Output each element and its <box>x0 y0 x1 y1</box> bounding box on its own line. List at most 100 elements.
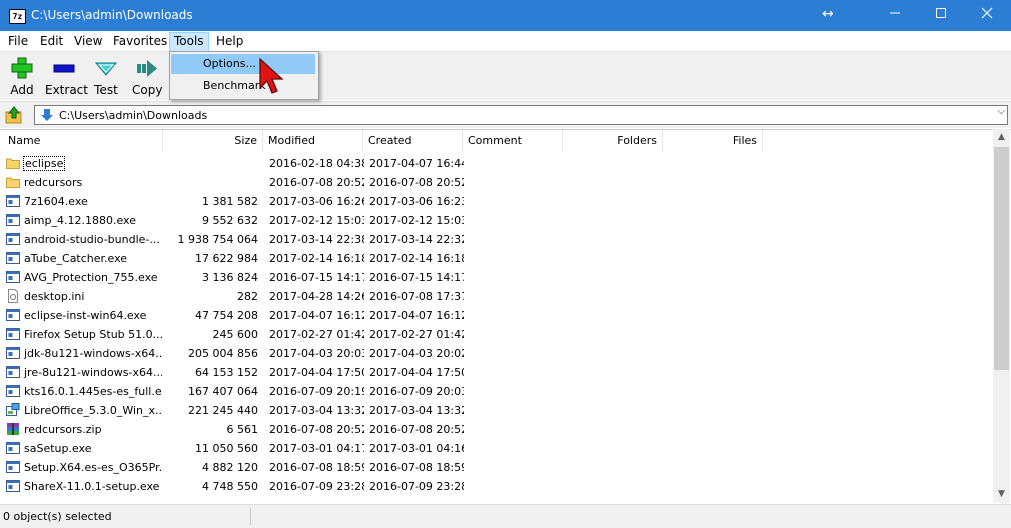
file-size-cell: 11 050 560 <box>195 442 258 455</box>
scroll-down-icon[interactable]: ▼ <box>993 486 1010 503</box>
menu-favorites[interactable]: Favorites <box>113 33 167 50</box>
menu-view[interactable]: View <box>74 33 102 50</box>
menu-edit[interactable]: Edit <box>40 33 63 50</box>
file-name-cell[interactable]: redcursors.zip <box>6 420 162 439</box>
column-folders[interactable]: Folders <box>563 130 663 152</box>
file-modified-cell: 2016-07-08 20:52 <box>269 423 364 436</box>
file-row[interactable]: Firefox Setup Stub 51.0.... 245 600 2017-0… <box>0 325 993 344</box>
file-row[interactable]: aTube_Catcher.exe 17 622 984 2017-02-14 16… <box>0 249 993 268</box>
file-row[interactable]: jre-8u121-windows-x64.... 64 153 152 2017-… <box>0 363 993 382</box>
close-button[interactable] <box>964 0 1010 31</box>
file-name-text: jdk-8u121-windows-x64... <box>24 347 162 360</box>
add-label: Add <box>10 83 34 97</box>
file-name-cell[interactable]: eclipse <box>6 154 162 173</box>
column-comment[interactable]: Comment <box>463 130 563 152</box>
scroll-up-icon[interactable]: ▲ <box>993 129 1010 146</box>
menu-tools[interactable]: Tools <box>169 32 209 52</box>
exe-icon <box>6 365 20 379</box>
file-name-text: android-studio-bundle-... <box>24 233 160 246</box>
file-modified-cell: 2016-07-08 18:59 <box>269 461 364 474</box>
file-name-cell[interactable]: ShareX-11.0.1-setup.exe <box>6 477 162 496</box>
file-row[interactable]: saSetup.exe 11 050 560 2017-03-01 04:17 201… <box>0 439 993 458</box>
file-row[interactable]: eclipse-inst-win64.exe 47 754 208 2017-04-… <box>0 306 993 325</box>
menu-item-options[interactable]: Options... <box>171 54 315 74</box>
file-name-text: redcursors <box>24 176 83 189</box>
file-name-cell[interactable]: android-studio-bundle-... <box>6 230 162 249</box>
file-size-cell: 9 552 632 <box>202 214 258 227</box>
file-size-cell: 205 004 856 <box>188 347 258 360</box>
file-row[interactable]: eclipse 2016-02-18 04:38 2017-04-07 16:44 <box>0 154 993 173</box>
copy-button[interactable]: Copy <box>132 56 162 97</box>
copy-arrow-icon <box>137 60 157 77</box>
file-name-text: Firefox Setup Stub 51.0.... <box>24 328 162 341</box>
file-modified-cell: 2017-04-03 20:03 <box>269 347 364 360</box>
file-created-cell: 2017-04-07 16:12 <box>369 309 464 322</box>
extract-button[interactable]: Extract <box>45 56 88 97</box>
resize-arrows-icon: ↔ <box>822 6 834 22</box>
column-created[interactable]: Created <box>363 130 463 152</box>
file-row[interactable]: 7z1604.exe 1 381 582 2017-03-06 16:26 2017-… <box>0 192 993 211</box>
exe-icon <box>6 232 20 246</box>
file-name-text: desktop.ini <box>24 290 85 303</box>
add-button[interactable]: Add <box>8 56 36 97</box>
file-name-cell[interactable]: kts16.0.1.445es-es_full.exe <box>6 382 162 401</box>
menu-file[interactable]: File <box>8 33 28 50</box>
file-name-cell[interactable]: saSetup.exe <box>6 439 162 458</box>
file-name-cell[interactable]: eclipse-inst-win64.exe <box>6 306 162 325</box>
file-modified-cell: 2017-03-06 16:26 <box>269 195 364 208</box>
file-list[interactable]: Name Size Modified Created Comment Folde… <box>0 129 1011 504</box>
file-name-cell[interactable]: aTube_Catcher.exe <box>6 249 162 268</box>
file-row[interactable]: redcursors 2016-07-08 20:52 2016-07-08 20:… <box>0 173 993 192</box>
vertical-scrollbar[interactable]: ▲ ▼ <box>993 129 1010 503</box>
extract-label: Extract <box>45 83 88 97</box>
column-modified[interactable]: Modified <box>263 130 363 152</box>
file-name-cell[interactable]: Firefox Setup Stub 51.0.... <box>6 325 162 344</box>
file-name-cell[interactable]: AVG_Protection_755.exe <box>6 268 162 287</box>
status-text: 0 object(s) selected <box>3 510 112 523</box>
file-name-cell[interactable]: jre-8u121-windows-x64.... <box>6 363 162 382</box>
file-name-cell[interactable]: LibreOffice_5.3.0_Win_x... <box>6 401 162 420</box>
file-name-text: saSetup.exe <box>24 442 92 455</box>
file-row[interactable]: aimp_4.12.1880.exe 9 552 632 2017-02-12 15… <box>0 211 993 230</box>
file-row[interactable]: redcursors.zip 6 561 2016-07-08 20:52 2016-… <box>0 420 993 439</box>
test-button[interactable]: Test <box>92 56 120 97</box>
file-name-cell[interactable]: redcursors <box>6 173 162 192</box>
file-modified-cell: 2017-04-07 16:12 <box>269 309 364 322</box>
file-row[interactable]: Setup.X64.es-es_O365Pr... 4 882 120 2016-0… <box>0 458 993 477</box>
file-name-cell[interactable]: desktop.ini <box>6 287 162 306</box>
file-created-cell: 2017-03-04 13:32 <box>369 404 464 417</box>
chevron-down-icon[interactable]: ⌵ <box>997 106 1005 117</box>
menu-item-benchmark[interactable]: Benchmark <box>171 76 315 96</box>
maximize-button[interactable] <box>918 0 964 31</box>
add-icon <box>11 57 33 79</box>
file-name-cell[interactable]: Setup.X64.es-es_O365Pr... <box>6 458 162 477</box>
exe-icon <box>6 479 20 493</box>
file-row[interactable]: AVG_Protection_755.exe 3 136 824 2016-07-1… <box>0 268 993 287</box>
file-row[interactable]: ShareX-11.0.1-setup.exe 4 748 550 2016-07-… <box>0 477 993 496</box>
folder-icon <box>6 175 20 189</box>
minimize-button[interactable] <box>872 0 918 31</box>
file-size-cell: 4 882 120 <box>202 461 258 474</box>
address-input[interactable]: C:\Users\admin\Downloads ⌵ <box>34 105 1008 125</box>
file-name-text: eclipse <box>22 156 66 171</box>
file-name-cell[interactable]: aimp_4.12.1880.exe <box>6 211 162 230</box>
file-row[interactable]: jdk-8u121-windows-x64... 205 004 856 2017-… <box>0 344 993 363</box>
file-name-cell[interactable]: 7z1604.exe <box>6 192 162 211</box>
menu-bar: File Edit View Favorites Tools Help <box>0 31 1011 52</box>
extract-icon <box>53 64 75 73</box>
file-row[interactable]: kts16.0.1.445es-es_full.exe 167 407 064 20… <box>0 382 993 401</box>
column-name[interactable]: Name <box>3 130 163 152</box>
folder-up-icon[interactable] <box>5 106 23 124</box>
column-files[interactable]: Files <box>663 130 763 152</box>
file-size-cell: 17 622 984 <box>195 252 258 265</box>
file-name-text: 7z1604.exe <box>24 195 88 208</box>
menu-help[interactable]: Help <box>216 33 243 50</box>
tools-dropdown-menu: Options... Benchmark <box>169 51 319 100</box>
scroll-thumb[interactable] <box>994 147 1009 370</box>
column-size[interactable]: Size <box>163 130 263 152</box>
file-row[interactable]: LibreOffice_5.3.0_Win_x... 221 245 440 201… <box>0 401 993 420</box>
file-row[interactable]: desktop.ini 282 2017-04-28 14:26 2016-07-08… <box>0 287 993 306</box>
file-created-cell: 2017-02-27 01:42 <box>369 328 464 341</box>
file-name-cell[interactable]: jdk-8u121-windows-x64... <box>6 344 162 363</box>
file-row[interactable]: android-studio-bundle-... 1 938 754 064 20… <box>0 230 993 249</box>
